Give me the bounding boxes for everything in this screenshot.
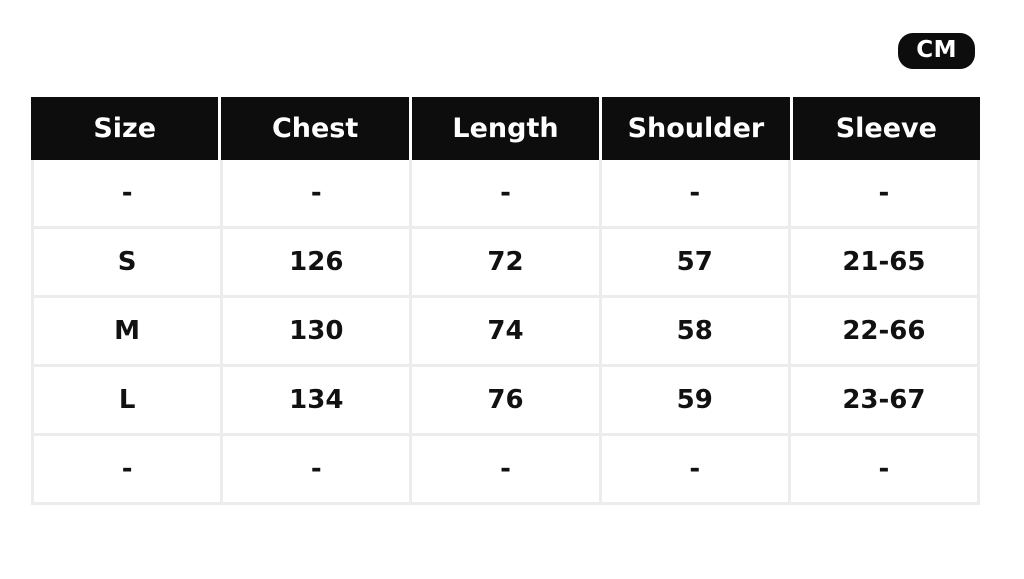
cell-sleeve: 23-67 <box>791 367 981 433</box>
cell-chest: 134 <box>223 367 413 433</box>
table-body: - - - - - S 126 72 57 21-65 M 130 74 58 … <box>31 160 981 505</box>
cell-size: L <box>34 367 224 433</box>
cell-chest: - <box>223 160 413 226</box>
size-chart-table: Size Chest Length Shoulder Sleeve - - - … <box>31 97 981 505</box>
cell-shoulder: 58 <box>602 298 791 364</box>
column-header-size: Size <box>31 97 222 160</box>
column-header-chest: Chest <box>221 97 412 160</box>
cell-sleeve: 21-65 <box>791 229 981 295</box>
table-row: - - - - - <box>34 436 981 505</box>
cell-size: M <box>34 298 224 364</box>
cell-shoulder: 59 <box>602 367 791 433</box>
cell-sleeve: - <box>791 160 981 226</box>
cell-length: 74 <box>412 298 602 364</box>
cell-chest: 130 <box>223 298 413 364</box>
cell-size: S <box>34 229 224 295</box>
cell-shoulder: - <box>602 436 791 502</box>
table-header-row: Size Chest Length Shoulder Sleeve <box>31 97 981 160</box>
cell-length: - <box>412 160 602 226</box>
cell-chest: 126 <box>223 229 413 295</box>
cell-shoulder: - <box>602 160 791 226</box>
table-row: S 126 72 57 21-65 <box>34 229 981 298</box>
cell-sleeve: 22-66 <box>791 298 981 364</box>
column-header-sleeve: Sleeve <box>792 97 981 160</box>
cell-shoulder: 57 <box>602 229 791 295</box>
unit-badge: CM <box>898 33 975 69</box>
column-header-shoulder: Shoulder <box>602 97 793 160</box>
table-row: M 130 74 58 22-66 <box>34 298 981 367</box>
column-header-length: Length <box>411 97 603 160</box>
cell-size: - <box>34 160 224 226</box>
cell-chest: - <box>223 436 413 502</box>
cell-length: 76 <box>412 367 602 433</box>
cell-length: 72 <box>412 229 602 295</box>
table-row: L 134 76 59 23-67 <box>34 367 981 436</box>
cell-size: - <box>34 436 224 502</box>
cell-length: - <box>412 436 602 502</box>
unit-badge-container: CM <box>0 33 975 69</box>
table-row: - - - - - <box>34 160 981 229</box>
cell-sleeve: - <box>791 436 981 502</box>
size-chart-page: { "unit_badge": { "label": "CM" }, "colo… <box>0 0 1024 579</box>
